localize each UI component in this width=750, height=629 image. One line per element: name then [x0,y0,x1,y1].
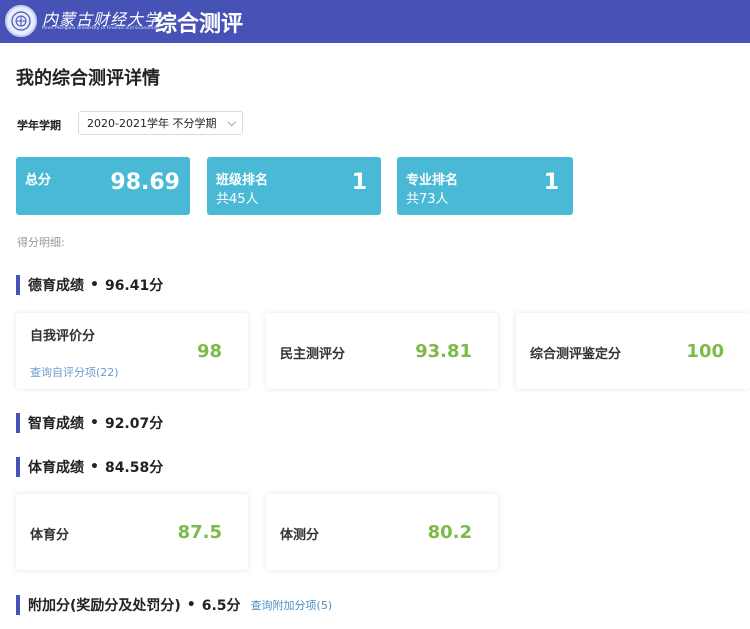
item-value: 87.5 [177,522,222,543]
item-value: 98 [196,341,222,362]
major-rank-total: 共73人 [406,192,449,207]
section-title: 智育成绩 [28,416,84,432]
self-evaluation-items-link[interactable]: 查询自评分项(22) [30,364,119,380]
top-bar: 内蒙古财经大学 Inner Mongolia University of Fin… [0,0,750,43]
item-value: 80.2 [427,522,472,543]
major-rank-card: 专业排名 共73人 1 [397,157,573,215]
comprehensive-appraisal-card: 综合测评鉴定分 100 [516,313,750,389]
separator-dot: • [90,277,99,293]
logo-english-name: Inner Mongolia University of Finance and… [42,26,160,31]
item-label: 体育分 [30,528,70,543]
class-rank-total: 共45人 [216,192,259,207]
section-bonus-heading: 附加分(奖励分及处罚分) • 6.5分 查询附加分项(5) [16,595,332,615]
class-rank-label: 班级排名 [216,173,269,188]
section-moral-heading: 德育成绩 • 96.41分 [16,275,163,295]
item-label: 自我评价分 [30,329,96,344]
university-emblem-icon [5,5,37,37]
term-label: 学年学期 [17,119,61,132]
major-rank-value: 1 [543,170,559,195]
total-score-label: 总分 [25,173,52,188]
section-title: 体育成绩 [28,460,84,476]
chevron-down-icon: ⌵ [227,116,236,129]
item-value: 93.81 [415,341,472,362]
section-score: 96.41分 [104,278,164,294]
major-rank-label: 专业排名 [406,173,459,188]
total-score-card: 总分 98.69 [16,157,190,215]
item-value: 100 [686,341,724,362]
section-title: 德育成绩 [28,278,84,294]
term-select[interactable]: 2020-2021学年 不分学期 ⌵ [78,111,243,135]
item-label: 体测分 [280,528,320,543]
section-score: 6.5分 [201,598,241,614]
section-physical-heading: 体育成绩 • 84.58分 [16,457,163,477]
separator-dot: • [186,597,196,613]
fitness-test-card: 体测分 80.2 [266,494,498,570]
bonus-items-link[interactable]: 查询附加分项(5) [251,597,333,613]
class-rank-card: 班级排名 共45人 1 [207,157,381,215]
pe-score-card: 体育分 87.5 [16,494,248,570]
score-detail-label: 得分明细: [17,236,65,249]
separator-dot: • [90,459,99,475]
item-label: 民主测评分 [280,347,346,362]
page-title: 我的综合测评详情 [16,68,160,89]
university-logo[interactable]: 内蒙古财经大学 Inner Mongolia University of Fin… [42,6,160,36]
separator-dot: • [90,415,99,431]
item-label: 综合测评鉴定分 [530,347,622,362]
app-title: 综合测评 [155,12,244,37]
section-score: 84.58分 [104,460,164,476]
class-rank-value: 1 [351,170,367,195]
democratic-evaluation-card: 民主测评分 93.81 [266,313,498,389]
term-select-value: 2020-2021学年 不分学期 [87,117,217,130]
total-score-value: 98.69 [110,170,180,195]
section-title: 附加分(奖励分及处罚分) [28,598,181,614]
section-intellectual-heading: 智育成绩 • 92.07分 [16,413,163,433]
self-evaluation-card: 自我评价分 98 查询自评分项(22) [16,313,248,389]
section-score: 92.07分 [104,416,164,432]
